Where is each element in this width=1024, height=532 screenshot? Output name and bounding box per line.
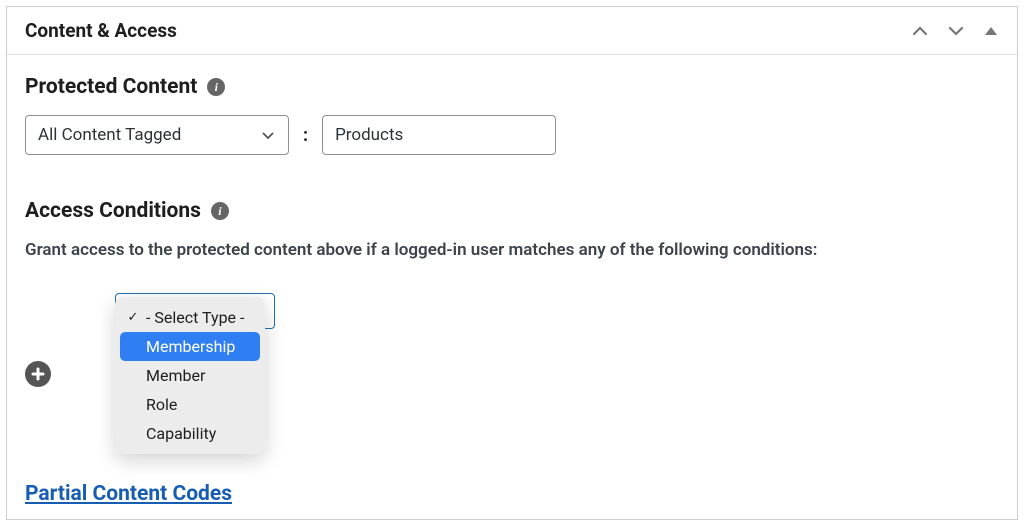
dropdown-option-label: - Select Type - <box>146 308 244 327</box>
info-icon[interactable]: i <box>211 202 229 220</box>
protected-content-heading: Protected Content <box>25 75 197 99</box>
dropdown-option-role[interactable]: Role <box>120 390 260 419</box>
tag-value-select[interactable]: Products <box>322 115 556 155</box>
chevron-down-icon[interactable] <box>947 22 965 40</box>
dropdown-option-label: Role <box>146 395 177 414</box>
chevron-up-icon[interactable] <box>911 22 929 40</box>
add-condition-button[interactable] <box>25 361 51 387</box>
tag-scope-select[interactable]: All Content Tagged <box>25 115 289 155</box>
condition-type-dropdown[interactable]: ✓ - Select Type - Membership Member Role <box>115 293 265 454</box>
panel-header-actions <box>911 22 999 40</box>
tag-scope-value: All Content Tagged <box>38 125 181 145</box>
content-access-panel: Content & Access Protected Content i All… <box>6 6 1018 520</box>
dropdown-option-label: Membership <box>146 337 235 356</box>
tag-value-text: Products <box>335 125 403 145</box>
protected-content-row: All Content Tagged : Products <box>25 115 999 155</box>
dropdown-menu: ✓ - Select Type - Membership Member Role <box>115 297 265 454</box>
condition-row: ✓ - Select Type - Membership Member Role <box>25 293 999 454</box>
protected-content-heading-row: Protected Content i <box>25 75 999 99</box>
panel-body: Protected Content i All Content Tagged :… <box>7 55 1017 526</box>
check-icon: ✓ <box>126 310 140 325</box>
dropdown-option-select-type[interactable]: ✓ - Select Type - <box>120 303 260 332</box>
partial-content-codes-link[interactable]: Partial Content Codes <box>25 482 232 506</box>
panel-header: Content & Access <box>7 7 1017 55</box>
dropdown-option-member[interactable]: Member <box>120 361 260 390</box>
dropdown-option-membership[interactable]: Membership <box>120 332 260 361</box>
plus-icon <box>30 366 46 382</box>
access-conditions-heading: Access Conditions <box>25 199 201 223</box>
access-conditions-description: Grant access to the protected content ab… <box>25 239 999 263</box>
dropdown-option-capability[interactable]: Capability <box>120 419 260 448</box>
separator: : <box>303 125 308 146</box>
panel-title: Content & Access <box>25 19 177 42</box>
collapse-triangle-icon[interactable] <box>983 23 999 39</box>
dropdown-option-label: Capability <box>146 424 216 443</box>
dropdown-option-label: Member <box>146 366 205 385</box>
info-icon[interactable]: i <box>207 78 225 96</box>
chevron-down-icon <box>260 127 276 143</box>
access-conditions-heading-row: Access Conditions i <box>25 199 999 223</box>
